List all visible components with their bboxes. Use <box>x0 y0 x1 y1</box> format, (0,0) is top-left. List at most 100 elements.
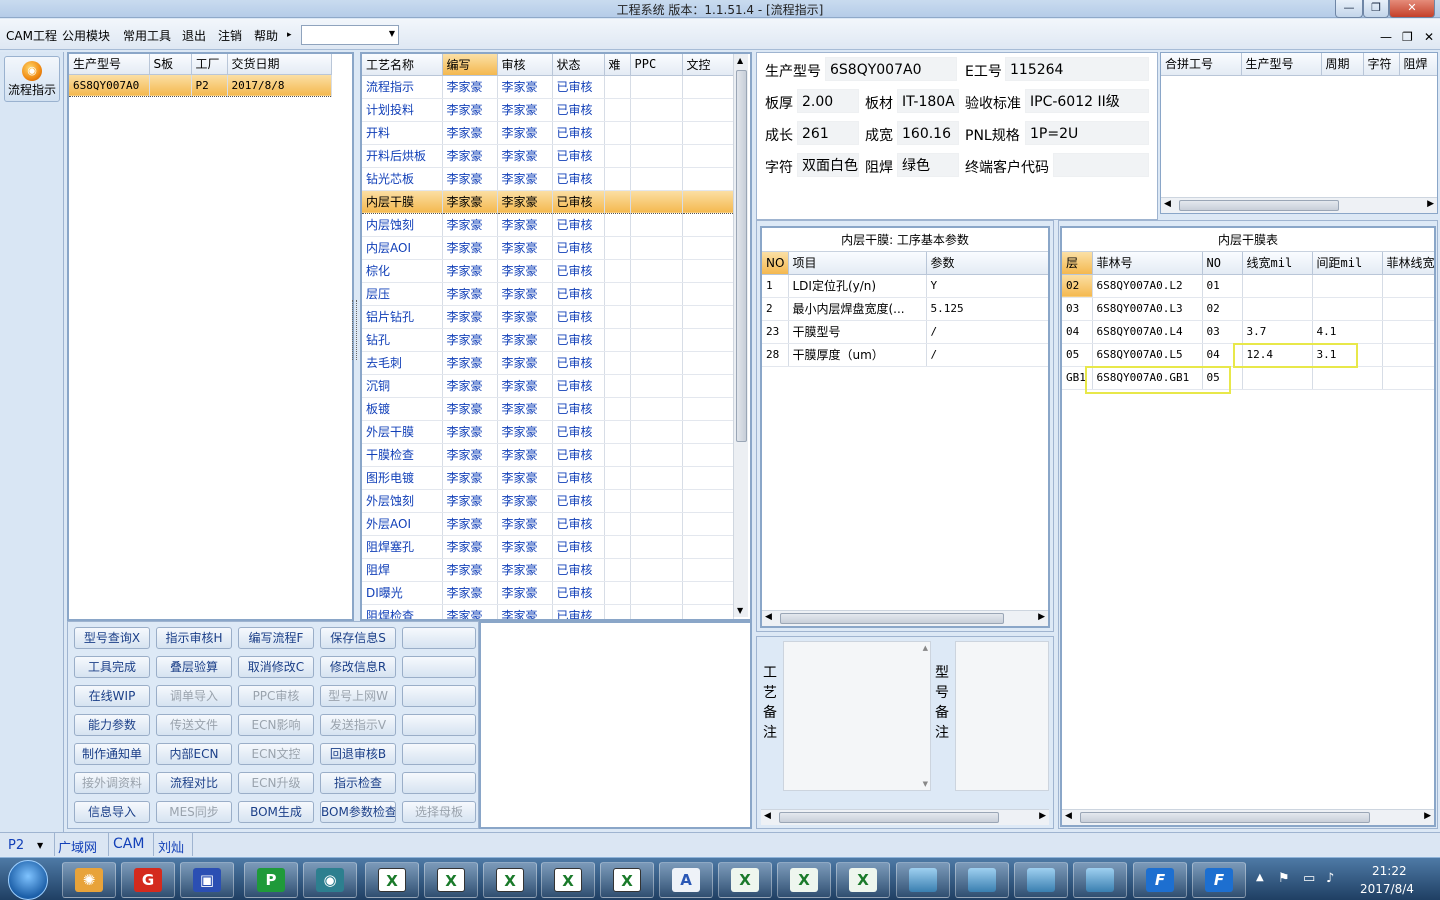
taskbar-app-button[interactable]: X <box>600 862 654 898</box>
table-row[interactable]: 阻焊 李家豪 李家豪 已审核 <box>362 558 734 582</box>
action-button[interactable]: 型号上网W <box>320 685 396 707</box>
taskbar-app-button[interactable]: X <box>718 862 772 898</box>
nav-flow-button[interactable]: ◉ 流程指示 <box>4 56 60 102</box>
action-button[interactable]: 指示检查 <box>320 772 396 794</box>
taskbar-app-button[interactable]: X <box>541 862 595 898</box>
table-row[interactable]: 04 6S8QY007A0.L4 03 3.7 4.1 <box>1062 320 1434 344</box>
table-row[interactable]: 铝片钻孔 李家豪 李家豪 已审核 <box>362 305 734 329</box>
col-item[interactable]: 项目 <box>788 252 927 275</box>
table-row[interactable]: 钻光芯板 李家豪 李家豪 已审核 <box>362 167 734 191</box>
action-button[interactable]: 修改信息R <box>320 656 396 678</box>
taskbar-app-button[interactable] <box>1014 862 1068 898</box>
action-button[interactable]: 能力参数 <box>74 714 150 736</box>
table-row[interactable]: 03 6S8QY007A0.L3 02 <box>1062 297 1434 321</box>
taskbar-app-button[interactable] <box>896 862 950 898</box>
process-scrollbar[interactable]: ▲ ▼ <box>733 54 748 617</box>
table-row[interactable]: 去毛刺 李家豪 李家豪 已审核 <box>362 351 734 375</box>
empty-button[interactable] <box>402 714 476 736</box>
taskbar-app-button[interactable]: X <box>836 862 890 898</box>
col-part-number[interactable]: 生产型号 <box>69 54 150 75</box>
col-doc-control[interactable]: 文控 <box>682 54 734 76</box>
empty-button[interactable] <box>402 656 476 678</box>
col-ppc[interactable]: PPC <box>630 54 683 76</box>
action-button[interactable]: 取消修改C <box>238 656 314 678</box>
table-row[interactable]: 1 LDI定位孔(y/n) Y <box>762 274 1048 298</box>
taskbar-app-button[interactable]: X <box>424 862 478 898</box>
col-author[interactable]: 编写 <box>442 54 498 76</box>
mdi-close-button[interactable]: ✕ <box>1424 30 1434 44</box>
table-row[interactable]: 02 6S8QY007A0.L2 01 <box>1062 274 1434 298</box>
table-row[interactable]: 干膜检查 李家豪 李家豪 已审核 <box>362 443 734 467</box>
table-row[interactable]: 计划投料 李家豪 李家豪 已审核 <box>362 98 734 122</box>
action-button[interactable]: 选择母板 <box>402 801 476 823</box>
scroll-up-icon[interactable]: ▲ <box>923 644 928 652</box>
scroll-thumb[interactable] <box>1080 812 1370 823</box>
action-button[interactable]: BOM生成 <box>238 801 314 823</box>
toolbar-combo[interactable]: ▼ <box>301 25 399 45</box>
scroll-thumb[interactable] <box>780 613 1004 624</box>
scroll-left-icon[interactable]: ◀ <box>765 612 772 622</box>
plant-selector[interactable]: P2 <box>8 838 24 853</box>
taskbar-app-button[interactable]: F <box>1192 862 1246 898</box>
scroll-down-icon[interactable]: ▼ <box>923 780 928 788</box>
monitor-icon[interactable]: ▭ <box>1303 871 1315 886</box>
table-row[interactable]: DI曝光 李家豪 李家豪 已审核 <box>362 581 734 605</box>
col-merge-char[interactable]: 字符 <box>1363 53 1400 76</box>
panel-splitter[interactable] <box>352 300 357 360</box>
table-row[interactable]: 阻焊检查 李家豪 李家豪 已审核 <box>362 604 734 619</box>
col-factory[interactable]: 工厂 <box>191 54 228 75</box>
taskbar-app-button[interactable]: X <box>365 862 419 898</box>
taskbar-app-button[interactable]: X <box>483 862 537 898</box>
table-row[interactable]: 沉铜 李家豪 李家豪 已审核 <box>362 374 734 398</box>
action-button[interactable]: MES同步 <box>156 801 232 823</box>
table-row[interactable]: 板镀 李家豪 李家豪 已审核 <box>362 397 734 421</box>
save-app-button[interactable]: ▣ <box>180 862 234 898</box>
table-row[interactable]: 层压 李家豪 李家豪 已审核 <box>362 282 734 306</box>
shell-app-button[interactable]: ✺ <box>62 862 116 898</box>
action-button[interactable]: 发送指示V <box>320 714 396 736</box>
table-row[interactable]: 开料 李家豪 李家豪 已审核 <box>362 121 734 145</box>
table-row[interactable]: 内层AOI 李家豪 李家豪 已审核 <box>362 236 734 260</box>
table-row[interactable]: 2 最小内层焊盘宽度(... 5.125 <box>762 297 1048 321</box>
col-process-name[interactable]: 工艺名称 <box>362 54 443 76</box>
empty-button[interactable] <box>402 743 476 765</box>
col-layer[interactable]: 层 <box>1062 252 1093 275</box>
action-button[interactable]: 在线WIP <box>74 685 150 707</box>
scroll-up-icon[interactable]: ▲ <box>737 56 743 65</box>
table-row[interactable]: 图形电镀 李家豪 李家豪 已审核 <box>362 466 734 490</box>
speaker-icon[interactable]: ♪ <box>1326 871 1334 886</box>
col-line-width[interactable]: 线宽mil <box>1242 252 1313 275</box>
col-merge-mask[interactable]: 阻焊 <box>1399 53 1437 76</box>
scroll-down-icon[interactable]: ▼ <box>737 606 743 615</box>
eye-app-button[interactable]: ◉ <box>303 862 357 898</box>
table-row[interactable]: 28 干膜厚度（um） / <box>762 343 1048 367</box>
col-merge-job[interactable]: 合拼工号 <box>1161 53 1242 76</box>
clock-time[interactable]: 21:22 <box>1372 864 1407 878</box>
action-button[interactable]: 工具完成 <box>74 656 150 678</box>
table-row[interactable]: 外层干膜 李家豪 李家豪 已审核 <box>362 420 734 444</box>
scroll-right-icon[interactable]: ▶ <box>1039 811 1046 821</box>
taskbar-app-button[interactable]: X <box>777 862 831 898</box>
col-status[interactable]: 状态 <box>552 54 605 76</box>
action-button[interactable]: 型号查询X <box>74 627 150 649</box>
g-app-button[interactable]: G <box>121 862 175 898</box>
col-difficulty[interactable]: 难 <box>604 54 631 76</box>
layers-hscrollbar[interactable]: ◀ ▶ <box>1062 809 1434 825</box>
col-merge-part[interactable]: 生产型号 <box>1241 53 1322 76</box>
scroll-thumb[interactable] <box>779 812 999 823</box>
scroll-thumb[interactable] <box>736 70 747 442</box>
action-button[interactable]: 传送文件 <box>156 714 232 736</box>
action-button[interactable]: ECN影响 <box>238 714 314 736</box>
table-row[interactable]: 外层蚀刻 李家豪 李家豪 已审核 <box>362 489 734 513</box>
taskbar-app-button[interactable]: F <box>1133 862 1187 898</box>
scroll-thumb[interactable] <box>1179 200 1339 211</box>
restore-button[interactable]: ❐ <box>1363 0 1389 18</box>
merge-hscrollbar[interactable]: ◀ ▶ <box>1161 197 1437 213</box>
p-app-button[interactable]: P <box>244 862 298 898</box>
clock-date[interactable]: 2017/8/4 <box>1360 882 1414 896</box>
action-button[interactable]: 叠层验算 <box>156 656 232 678</box>
table-row[interactable]: 内层干膜 李家豪 李家豪 已审核 <box>362 189 734 214</box>
table-row[interactable]: 钻孔 李家豪 李家豪 已审核 <box>362 328 734 352</box>
scroll-left-icon[interactable]: ◀ <box>1164 199 1171 209</box>
menu-common-modules[interactable]: 公用模块 <box>62 27 110 44</box>
